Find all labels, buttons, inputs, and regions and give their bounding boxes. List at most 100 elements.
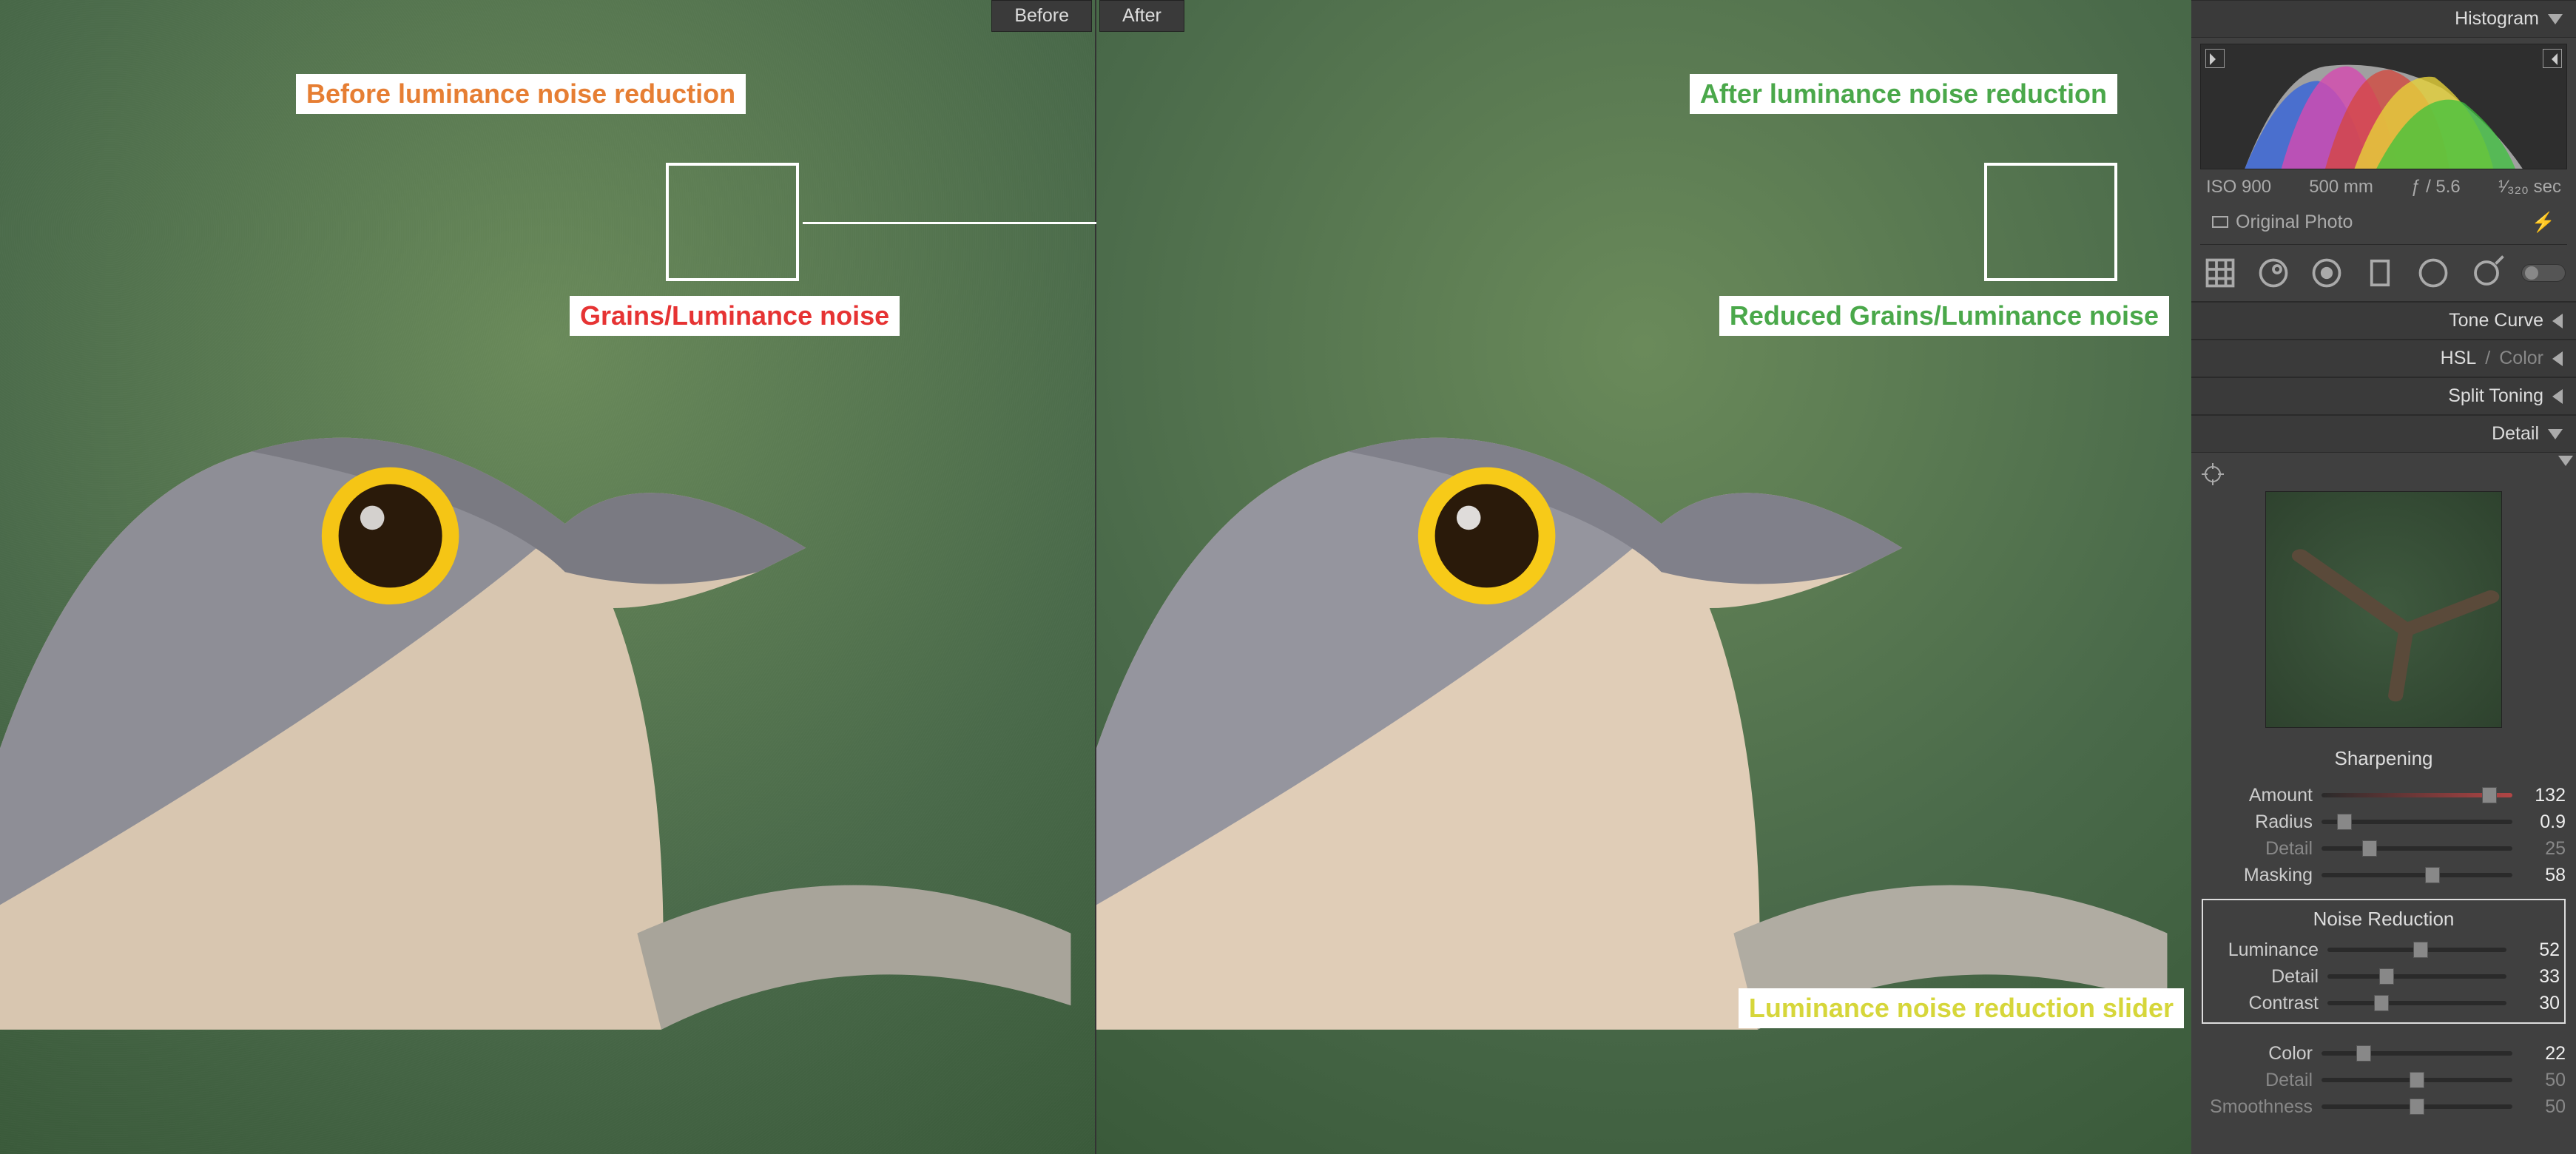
annotation-before-title: Before luminance noise reduction xyxy=(296,74,746,114)
slider-thumb[interactable] xyxy=(2410,1072,2424,1088)
sharpening-row-radius: Radius0.9 xyxy=(2202,809,2566,835)
annotation-grains: Grains/Luminance noise xyxy=(570,296,900,336)
split-toning-header[interactable]: Split Toning xyxy=(2191,377,2576,415)
sharpening-row-detail: Detail 25 xyxy=(2202,835,2566,862)
slider-label: Luminance xyxy=(2208,939,2319,961)
slider-track[interactable] xyxy=(2327,1001,2506,1005)
slider-value[interactable]: 50 xyxy=(2521,1096,2566,1118)
chevron-left-icon xyxy=(2552,389,2563,404)
tone-curve-title: Tone Curve xyxy=(2449,310,2543,331)
annotation-slider-callout: Luminance noise reduction slider xyxy=(1739,988,2184,1028)
after-tab[interactable]: After xyxy=(1099,0,1184,32)
detail-header[interactable]: Detail xyxy=(2191,415,2576,453)
slider-value[interactable]: 30 xyxy=(2515,993,2560,1014)
slider-thumb[interactable] xyxy=(2356,1045,2371,1062)
slider-value[interactable]: 52 xyxy=(2515,939,2560,961)
sharpening-row-masking: Masking 58 xyxy=(2202,862,2566,888)
spot-tool-icon[interactable] xyxy=(2255,257,2292,289)
slider-track[interactable] xyxy=(2322,793,2512,797)
slider-value[interactable]: 0.9 xyxy=(2521,811,2566,833)
slider-thumb[interactable] xyxy=(2362,840,2377,857)
bolt-icon[interactable]: ⚡ xyxy=(2532,211,2555,234)
hsl-color-header[interactable]: HSL / Color xyxy=(2191,340,2576,377)
meta-focal: 500 mm xyxy=(2309,177,2373,198)
slider-value[interactable]: 33 xyxy=(2515,966,2560,988)
slider-track[interactable] xyxy=(2322,1104,2512,1109)
sharpening-title: Sharpening xyxy=(2202,747,2566,770)
histogram-title: Histogram xyxy=(2455,8,2539,30)
brush-tool-icon[interactable] xyxy=(2468,257,2505,289)
crop-tool-icon[interactable] xyxy=(2202,257,2239,289)
slider-track[interactable] xyxy=(2322,1051,2512,1056)
slider-track[interactable] xyxy=(2327,948,2506,952)
slider-thumb[interactable] xyxy=(2425,867,2440,883)
slider-thumb[interactable] xyxy=(2410,1099,2424,1115)
compare-viewer: Before Before luminance noise reduction … xyxy=(0,0,2191,1154)
slider-thumb[interactable] xyxy=(2379,968,2394,985)
chevron-left-icon xyxy=(2552,314,2563,328)
develop-panel: Histogram ISO 900 500 mm ƒ / 5.6 xyxy=(2191,0,2576,1154)
slider-track[interactable] xyxy=(2322,846,2512,851)
slider-value[interactable]: 132 xyxy=(2521,785,2566,806)
detail-body: Sharpening Amount132Radius0.9Detail25Mas… xyxy=(2191,453,2576,1135)
chevron-down-icon xyxy=(2548,429,2563,439)
slider-label: Detail xyxy=(2202,1070,2313,1091)
before-pane[interactable]: Before Before luminance noise reduction … xyxy=(0,0,1096,1154)
slider-value[interactable]: 58 xyxy=(2521,865,2566,886)
meta-shutter: ¹⁄₃₂₀ sec xyxy=(2498,177,2561,198)
colornoise-row-detail: Detail 50 xyxy=(2202,1067,2566,1093)
histogram-canvas[interactable] xyxy=(2200,44,2567,169)
sharpening-sliders: Amount 132 Radius0.9 Detail 25 Masking 58 xyxy=(2202,782,2566,888)
tone-curve-header[interactable]: Tone Curve xyxy=(2191,302,2576,340)
disclosure-icon[interactable] xyxy=(2558,456,2573,466)
colornoise-row-smoothness: Smoothness 50 xyxy=(2202,1093,2566,1120)
annotation-after-title: After luminance noise reduction xyxy=(1690,74,2117,114)
slider-thumb[interactable] xyxy=(2413,942,2428,958)
slider-track[interactable] xyxy=(2322,873,2512,877)
original-photo-row[interactable]: Original Photo ⚡ xyxy=(2200,205,2567,245)
slider-thumb[interactable] xyxy=(2337,814,2352,830)
sharpening-row-amount: Amount 132 xyxy=(2202,782,2566,809)
meta-aperture: ƒ / 5.6 xyxy=(2411,177,2461,198)
noise-sample-box-after xyxy=(1984,163,2117,281)
rectangle-icon xyxy=(2212,216,2228,228)
hsl-title: HSL xyxy=(2441,348,2477,369)
slider-value[interactable]: 25 xyxy=(2521,838,2566,860)
local-tools-row xyxy=(2191,245,2576,302)
annotation-reduced-grains: Reduced Grains/Luminance noise xyxy=(1719,296,2169,336)
panel-switch[interactable] xyxy=(2521,264,2566,282)
slider-track[interactable] xyxy=(2327,974,2506,979)
histogram-header[interactable]: Histogram xyxy=(2191,0,2576,38)
noise-sample-box-before xyxy=(666,163,799,281)
slider-label: Detail xyxy=(2202,838,2313,860)
slider-label: Color xyxy=(2202,1043,2313,1064)
slider-value[interactable]: 22 xyxy=(2521,1043,2566,1064)
color-title: Color xyxy=(2499,348,2543,369)
slider-label: Amount xyxy=(2202,785,2313,806)
after-pane[interactable]: After After luminance noise reduction Re… xyxy=(1096,0,2191,1154)
before-tab[interactable]: Before xyxy=(991,0,1092,32)
detail-targeting-row xyxy=(2202,463,2566,485)
slider-label: Smoothness xyxy=(2202,1096,2313,1118)
slider-value[interactable]: 50 xyxy=(2521,1070,2566,1091)
gradient-tool-icon[interactable] xyxy=(2361,257,2398,289)
slider-track[interactable] xyxy=(2322,1078,2512,1082)
chevron-down-icon xyxy=(2548,14,2563,24)
exposure-metadata: ISO 900 500 mm ƒ / 5.6 ¹⁄₃₂₀ sec xyxy=(2200,169,2567,205)
slider-thumb[interactable] xyxy=(2374,995,2389,1011)
noise-row-detail: Detail 33 xyxy=(2208,963,2560,990)
colornoise-row-color: Color 22 xyxy=(2202,1040,2566,1067)
slider-thumb[interactable] xyxy=(2482,787,2497,803)
split-toning-title: Split Toning xyxy=(2448,385,2543,407)
redeye-tool-icon[interactable] xyxy=(2308,257,2345,289)
noise-reduction-sliders: Luminance52Detail33Contrast30 xyxy=(2208,937,2560,1016)
detail-preview[interactable] xyxy=(2265,491,2502,728)
noise-reduction-title: Noise Reduction xyxy=(2208,908,2560,931)
histogram-block: ISO 900 500 mm ƒ / 5.6 ¹⁄₃₂₀ sec Origina… xyxy=(2191,38,2576,245)
slider-label: Detail xyxy=(2208,966,2319,988)
slider-track[interactable] xyxy=(2322,820,2512,824)
target-icon[interactable] xyxy=(2202,463,2224,485)
radial-tool-icon[interactable] xyxy=(2415,257,2452,289)
meta-iso: ISO 900 xyxy=(2206,177,2271,198)
slider-label: Masking xyxy=(2202,865,2313,886)
